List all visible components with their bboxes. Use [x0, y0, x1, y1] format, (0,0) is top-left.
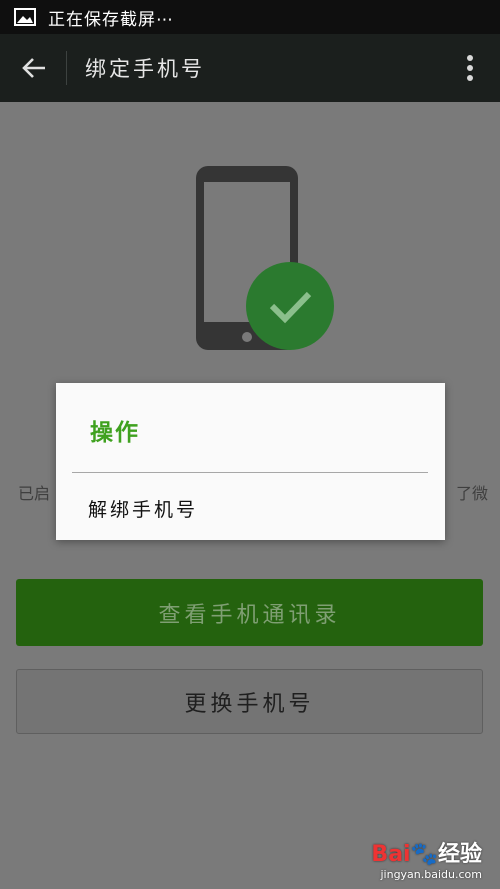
dialog-title: 操作 [90, 420, 140, 446]
action-dialog: 操作 解绑手机号 [56, 383, 445, 540]
image-icon [14, 8, 36, 26]
status-text: 正在保存截屏⋯ [48, 9, 174, 30]
bind-info-right: 了微 [455, 484, 488, 503]
view-contacts-button[interactable]: 查看手机通讯录 [16, 579, 483, 646]
bind-info-left: 已启 [18, 484, 51, 503]
baidu-watermark: Bai🐾经验 jingyan.baidu.com [371, 836, 482, 881]
dialog-divider [72, 472, 428, 473]
more-vert-icon[interactable] [466, 54, 474, 82]
unbind-phone-option[interactable]: 解绑手机号 [88, 495, 198, 522]
page-title: 绑定手机号 [85, 57, 205, 81]
title-divider [66, 51, 67, 85]
watermark-url: jingyan.baidu.com [380, 868, 482, 881]
status-bar: 正在保存截屏⋯ [0, 0, 500, 34]
change-phone-button[interactable]: 更换手机号 [16, 669, 483, 734]
title-bar: 绑定手机号 [0, 34, 500, 102]
watermark-logo: Bai🐾经验 [371, 842, 482, 867]
back-arrow-icon[interactable] [20, 54, 48, 82]
paw-icon: 🐾 [410, 842, 438, 867]
phone-check-icon [196, 166, 334, 350]
